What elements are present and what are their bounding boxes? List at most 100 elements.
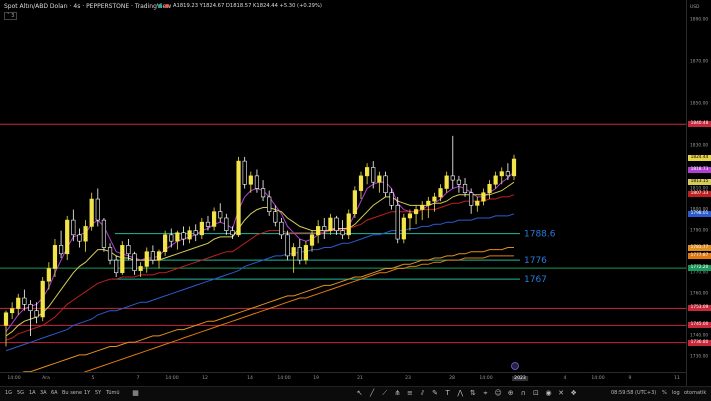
candle-body bbox=[383, 175, 388, 194]
time-tick-label: 14:00 bbox=[591, 376, 605, 381]
candle-body bbox=[230, 230, 235, 236]
icon-tool-icon[interactable]: ☺ bbox=[494, 389, 503, 398]
brush-icon[interactable]: ✎ bbox=[431, 389, 440, 398]
candle-body bbox=[389, 192, 394, 206]
moving-average-line bbox=[5, 194, 515, 341]
hide-icon[interactable]: ◉ bbox=[544, 389, 553, 398]
candle-body bbox=[77, 234, 82, 242]
timeframe-button[interactable]: 1A bbox=[29, 390, 36, 396]
measure-icon[interactable]: ⌖ bbox=[481, 389, 490, 398]
price-tick-label: 1870.00 bbox=[690, 59, 709, 65]
candle-body bbox=[291, 247, 296, 257]
candle-body bbox=[426, 200, 431, 206]
candle-body bbox=[328, 217, 333, 231]
support-level-label: 1767 bbox=[524, 275, 547, 285]
log-toggle[interactable]: log bbox=[672, 390, 680, 396]
indicator-count: 3 bbox=[11, 13, 15, 19]
price-scale[interactable]: USD 1890.00 1870.00 1850.00 1830.00 1810.00 1… bbox=[686, 0, 711, 386]
text-icon[interactable]: T bbox=[443, 389, 452, 398]
fib-icon[interactable]: ≡ bbox=[405, 389, 414, 398]
candle-body bbox=[175, 232, 180, 242]
candle-body bbox=[358, 175, 364, 191]
price-tag: 1840.48 bbox=[688, 121, 711, 128]
event-marker-icon bbox=[511, 362, 519, 370]
candle-body bbox=[469, 192, 474, 206]
price-chart[interactable]: 1788.6 1776 1767 bbox=[0, 0, 686, 372]
auto-scale-toggle[interactable]: otomatik bbox=[684, 390, 706, 396]
lock-icon[interactable]: ⊡ bbox=[531, 389, 540, 398]
candle-body bbox=[150, 251, 155, 261]
timeframe-button[interactable]: Tümü bbox=[106, 390, 120, 396]
timeframe-button[interactable]: Bu sene bbox=[62, 390, 82, 396]
candle-body bbox=[211, 211, 217, 227]
trend-line-icon[interactable]: ╱ bbox=[368, 389, 377, 398]
time-tick-label: 28 bbox=[449, 376, 455, 381]
time-tick-label: 19 bbox=[313, 376, 319, 381]
tree-icon[interactable]: ❖ bbox=[569, 389, 578, 398]
candle-body bbox=[65, 219, 70, 255]
price-tag: 1772.20 bbox=[688, 265, 711, 272]
candle-body bbox=[438, 188, 443, 198]
price-tick-label: 1740.00 bbox=[690, 333, 709, 339]
candle-body bbox=[242, 160, 247, 185]
time-tick-label: 4 bbox=[563, 376, 567, 381]
magnet-icon[interactable]: ∩ bbox=[519, 389, 528, 398]
pitchfork-icon[interactable]: ⋔ bbox=[393, 389, 402, 398]
candle-body bbox=[334, 217, 339, 231]
cursor-icon[interactable]: ↖ bbox=[355, 389, 364, 398]
moving-average-line bbox=[5, 181, 515, 337]
time-tick-label: 14 bbox=[247, 376, 253, 381]
candle-body bbox=[126, 245, 131, 255]
time-tick-label: 5 bbox=[91, 376, 95, 381]
chart-area[interactable]: 1788.6 1776 1767 Spot Altın/ABD Doları · 4… bbox=[0, 0, 686, 372]
ohlc-readout: A1819.23 Y1824.67 D1818.57 K1824.44 +5.3… bbox=[173, 3, 322, 9]
price-tick-label: 1790.00 bbox=[690, 228, 709, 234]
clock-readout[interactable]: 08:59:58 (UTC+3) bbox=[611, 390, 656, 396]
price-tag: 1781.77 bbox=[688, 244, 711, 251]
timeframe-button[interactable]: 5Y bbox=[95, 390, 101, 396]
candle-body bbox=[487, 183, 492, 194]
candle-body bbox=[499, 171, 504, 177]
timeframe-button[interactable]: 6A bbox=[51, 390, 58, 396]
candle-body bbox=[365, 167, 370, 177]
candle-body bbox=[371, 167, 376, 183]
prediction-icon[interactable]: ⇅ bbox=[468, 389, 477, 398]
timeframe-button[interactable]: 5G bbox=[17, 390, 24, 396]
candle-body bbox=[450, 175, 455, 181]
time-tick-label: 14:00 bbox=[479, 376, 493, 381]
candle-body bbox=[40, 280, 45, 318]
candle-body bbox=[432, 196, 437, 202]
price-tag: 1745.00 bbox=[688, 322, 711, 329]
candle-body bbox=[95, 198, 100, 221]
candle-body bbox=[132, 253, 137, 271]
moving-average-line bbox=[22, 247, 514, 372]
timeframe-button[interactable]: 1G bbox=[5, 390, 12, 396]
zoom-icon[interactable]: ⊕ bbox=[506, 389, 515, 398]
percent-toggle[interactable]: % bbox=[662, 390, 667, 396]
date-range-icon[interactable]: ▦ bbox=[131, 389, 140, 398]
symbol-title[interactable]: Spot Altın/ABD Doları · 4s · PEPPERSTONE… bbox=[4, 3, 171, 10]
candle-body bbox=[407, 213, 413, 219]
candle-body bbox=[169, 234, 174, 242]
candle-body bbox=[163, 234, 168, 252]
candle-body bbox=[28, 304, 33, 311]
price-tick-label: 1830.00 bbox=[690, 143, 709, 149]
time-tick-label: 12 bbox=[202, 376, 208, 381]
candle-body bbox=[34, 310, 39, 318]
time-axis[interactable]: 14:00 Ara 5 7 14:00 12 14 14:00 19 21 23 28 14:00 202… bbox=[0, 372, 686, 387]
candle-body bbox=[505, 171, 510, 177]
trash-icon[interactable]: ✕ bbox=[557, 389, 566, 398]
channel-icon[interactable]: ⫽ bbox=[418, 389, 427, 398]
ray-icon[interactable]: ⟋ bbox=[380, 389, 389, 398]
candle-body bbox=[46, 268, 51, 282]
candle-body bbox=[279, 221, 284, 236]
candle-body bbox=[205, 221, 211, 227]
price-tag: 1777.87 bbox=[688, 253, 711, 260]
candle-body bbox=[16, 297, 21, 309]
collapse-indicators-button[interactable]: ˅ 3 bbox=[4, 12, 18, 20]
candle-body bbox=[260, 188, 266, 198]
timeframe-button[interactable]: 1Y bbox=[84, 390, 90, 396]
candle-body bbox=[420, 205, 425, 210]
timeframe-button[interactable]: 3A bbox=[40, 390, 47, 396]
pattern-icon[interactable]: ⋀ bbox=[456, 389, 465, 398]
